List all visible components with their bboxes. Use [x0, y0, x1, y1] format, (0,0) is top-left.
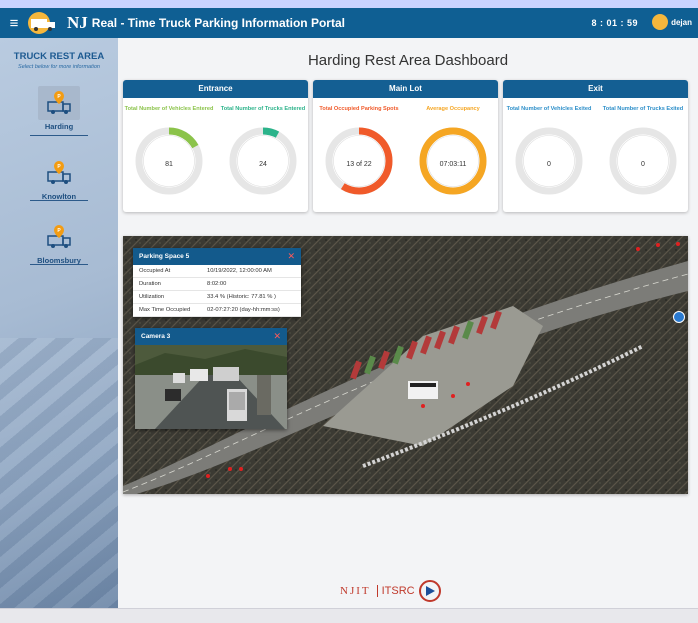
- exit-card: Exit Total Number of Vehicles Exited 0 T…: [503, 80, 688, 212]
- gauge: Average Occupancy 07:03:11: [408, 106, 498, 198]
- row-key: Max Time Occupied: [139, 307, 191, 313]
- layers-button[interactable]: [673, 311, 685, 323]
- close-icon[interactable]: ✕: [287, 248, 295, 265]
- row-value: 33.4 % (Historic: 77.81 % ): [207, 294, 276, 300]
- hamburger-icon[interactable]: ≡: [5, 15, 23, 32]
- gauge-value: 0: [641, 161, 645, 168]
- gauge-label: Total Number of Trucks Entered: [220, 106, 306, 112]
- gauge: Total Occupied Parking Spots 13 of 22: [314, 106, 404, 198]
- sidebar-item-bloomsbury[interactable]: P Bloomsbury: [30, 220, 88, 270]
- popup-header: Parking Space 5 ✕: [133, 248, 301, 265]
- user-name[interactable]: dejan: [671, 18, 692, 27]
- close-icon[interactable]: ✕: [273, 328, 281, 345]
- clock: 8 : 01 : 59: [591, 18, 638, 28]
- gauge: Total Number of Vehicles Entered 81: [124, 106, 214, 198]
- sidebar-item-label: Harding: [44, 122, 74, 131]
- parking-space-popup: Parking Space 5 ✕ Occupied At 10/19/2022,…: [133, 248, 301, 317]
- row-value: 8:02:00: [207, 281, 227, 287]
- page-title: Harding Rest Area Dashboard: [307, 52, 509, 69]
- card-header: Exit: [503, 80, 688, 98]
- aerial-map[interactable]: Parking Space 5 ✕ Occupied At 10/19/2022,…: [123, 236, 688, 494]
- sidebar-title: TRUCK REST AREA: [13, 51, 105, 62]
- main-lot-card: Main Lot Total Occupied Parking Spots 13…: [313, 80, 498, 212]
- card-header: Entrance: [123, 80, 308, 98]
- row-key: Occupied At: [139, 268, 171, 274]
- gauge-label: Total Number of Vehicles Entered: [124, 106, 214, 112]
- truck-parking-icon: P: [38, 86, 80, 120]
- row-value: 02-07:27:20 (day-hh:mm:ss): [207, 307, 280, 313]
- divider: [30, 264, 88, 265]
- divider: [30, 135, 88, 136]
- gauge-label: Total Number of Vehicles Exited: [506, 106, 592, 112]
- row-key: Utilization: [139, 294, 165, 300]
- gauge-value: 07:03:11: [439, 161, 467, 168]
- gauge-label: Total Number of Trucks Exited: [602, 106, 684, 112]
- footer-logos: NJIT ITSRC: [340, 580, 441, 602]
- card-header: Main Lot: [313, 80, 498, 98]
- njit-logo: NJIT: [340, 585, 371, 597]
- gauge-value: 0: [547, 161, 551, 168]
- sidebar-item-knowlton[interactable]: P Knowlton: [30, 156, 88, 206]
- popup-row: Occupied At 10/19/2022, 12:00:00 AM: [133, 265, 301, 278]
- popup-title: Camera 3: [141, 333, 171, 340]
- truck-logo-icon: [27, 11, 61, 35]
- gauge: Total Number of Trucks Exited 0: [598, 106, 688, 198]
- itsrc-logo: ITSRC: [376, 585, 415, 597]
- popup-row: Utilization 33.4 % (Historic: 77.81 % ): [133, 291, 301, 304]
- gauge-label: Total Occupied Parking Spots: [319, 106, 399, 112]
- divider: [30, 200, 88, 201]
- app-title: Real - Time Truck Parking Information Po…: [91, 16, 345, 30]
- popup-header: Camera 3 ✕: [135, 328, 287, 345]
- entrance-card: Entrance Total Number of Vehicles Entere…: [123, 80, 308, 212]
- gauge-value: 13 of 22: [346, 161, 372, 168]
- popup-row: Max Time Occupied 02-07:27:20 (day-hh:mm:…: [133, 304, 301, 317]
- bottom-bar: [0, 608, 698, 623]
- truck-parking-icon: P: [38, 156, 80, 190]
- sidebar-subtitle: Select below for more information: [18, 64, 100, 70]
- row-value: 10/19/2022, 12:00:00 AM: [207, 268, 272, 274]
- sidebar: TRUCK REST AREA Select below for more in…: [0, 38, 118, 608]
- gauge-value: 81: [165, 161, 173, 168]
- popup-title: Parking Space 5: [139, 253, 190, 260]
- gauge: Total Number of Vehicles Exited 0: [504, 106, 594, 198]
- truck-parking-icon: P: [38, 220, 80, 254]
- row-key: Duration: [139, 281, 161, 287]
- itsrc-emblem-icon: [418, 580, 441, 602]
- app-title-nj: NJ: [67, 13, 88, 32]
- gauge-label: Average Occupancy: [426, 106, 480, 112]
- top-bar: ≡ NJ Real - Time Truck Parking Informati…: [0, 0, 698, 38]
- sidebar-item-harding[interactable]: P Harding: [30, 86, 88, 136]
- popup-row: Duration 8:02:00: [133, 278, 301, 291]
- gauge: Total Number of Trucks Entered 24: [218, 106, 308, 198]
- user-avatar-icon[interactable]: [652, 14, 668, 30]
- camera-feed-image: [135, 345, 287, 429]
- gauge-value: 24: [259, 161, 267, 168]
- camera-popup: Camera 3 ✕: [135, 328, 287, 429]
